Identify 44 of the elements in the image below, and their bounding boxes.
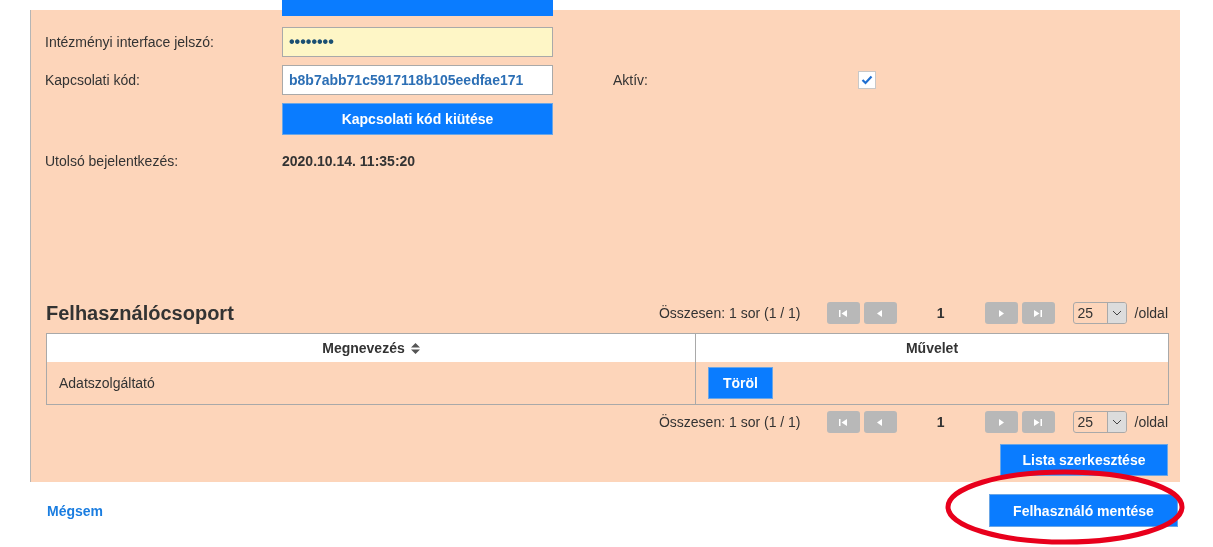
field-label: Intézményi interface jelszó: [45, 34, 215, 50]
last-page-icon [1033, 417, 1044, 427]
previous-page-button[interactable] [863, 411, 897, 433]
cancel-link[interactable]: Mégsem [47, 502, 104, 519]
table-cell: Adatszolgáltató [46, 362, 696, 405]
last-login-value: 2020.10.14. 11:35:20 [282, 153, 417, 169]
first-page-icon [838, 308, 849, 318]
row-count: Összesen: 1 sor (1 / 1) [658, 414, 801, 430]
per-page-label: /oldal [1134, 414, 1168, 430]
next-page-button[interactable] [984, 411, 1018, 433]
top-button[interactable] [282, 0, 553, 16]
sort-icon [410, 343, 420, 354]
first-page-button[interactable] [826, 411, 860, 433]
page-number: 1 [935, 305, 946, 321]
save-button[interactable]: Felhasználó mentése [989, 494, 1178, 527]
column-header: Művelet [695, 333, 1169, 362]
per-page-label: /oldal [1134, 305, 1168, 321]
last-page-button[interactable] [1021, 302, 1055, 324]
first-page-button[interactable] [826, 302, 860, 324]
page-number: 1 [935, 414, 946, 430]
field-label: Kapcsolati kód: [45, 72, 141, 88]
column-header[interactable]: Megnevezés [46, 333, 696, 362]
first-page-icon [838, 417, 849, 427]
chevron-down-icon [1111, 419, 1122, 425]
active-checkbox[interactable] [858, 71, 876, 89]
next-icon [996, 417, 1007, 427]
check-icon [861, 75, 873, 85]
next-icon [996, 308, 1007, 318]
edit-list-button[interactable]: Lista szerkesztése [1000, 444, 1168, 476]
field-label: Aktív: [613, 72, 649, 88]
password-field[interactable]: •••••••• [282, 27, 553, 57]
previous-page-button[interactable] [863, 302, 897, 324]
chevron-down-icon [1111, 310, 1122, 316]
last-page-icon [1033, 308, 1044, 318]
field-label: Utolsó bejelentkezés: [45, 153, 180, 169]
delete-button[interactable]: Töröl [708, 367, 773, 399]
kick-code-button[interactable]: Kapcsolati kód kiütése [282, 103, 553, 135]
next-page-button[interactable] [984, 302, 1018, 324]
last-page-button[interactable] [1021, 411, 1055, 433]
connection-code-field[interactable]: b8b7abb71c5917118b105eedfae171 [282, 65, 553, 95]
page-size-select[interactable]: 25 [1072, 411, 1127, 433]
section-title: Felhasználócsoport [46, 301, 235, 325]
page-size-select[interactable]: 25 [1072, 302, 1127, 324]
row-count: Összesen: 1 sor (1 / 1) [658, 305, 801, 321]
